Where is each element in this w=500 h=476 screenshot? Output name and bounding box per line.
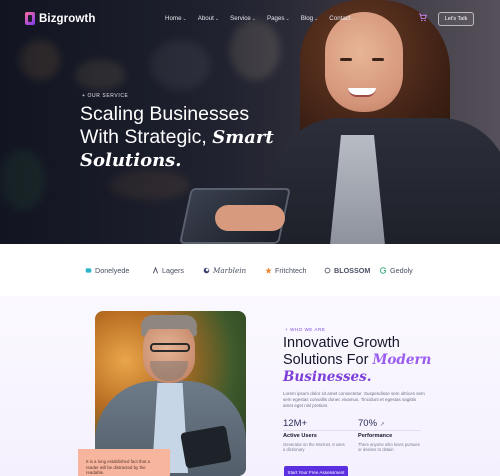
stat-value: 12M+ <box>283 418 308 429</box>
menu-item-home[interactable]: Home ⌄ <box>165 15 187 22</box>
swirl-logo-icon <box>203 267 210 274</box>
chevron-down-icon: ⌄ <box>285 15 290 22</box>
woman-hand <box>215 205 285 231</box>
brand-logo-marblein: Marblein <box>203 266 246 275</box>
hero-section: Bizgrowth Home ⌄ About ⌄ Service ⌄ Pages ⌄ B… <box>0 0 500 244</box>
menu-item-about[interactable]: About ⌄ <box>198 15 219 22</box>
menu-item-pages[interactable]: Pages ⌄ <box>267 15 290 22</box>
stat-active-users: 12M+ Active Users Generator on the Inter… <box>283 418 345 453</box>
brand-logo-fritchtech: Fritchtech <box>265 266 307 275</box>
about-description: Lorem ipsum dolor sit amet consectetur. … <box>283 391 425 408</box>
cart-icon[interactable] <box>418 13 427 24</box>
quote-card: It is a long established fact that a rea… <box>78 449 170 476</box>
stat-performance: 70% ↗ Performance There anyone who loves… <box>358 418 420 453</box>
leaf-logo-icon <box>152 267 159 274</box>
star-logo-icon <box>265 267 272 274</box>
divider <box>283 430 421 431</box>
quote-text: It is a long established fact that a rea… <box>86 459 150 476</box>
chevron-down-icon: ⌄ <box>214 15 220 22</box>
lets-talk-button[interactable]: Let's Talk <box>438 12 474 26</box>
top-nav: Bizgrowth Home ⌄ About ⌄ Service ⌄ Pages ⌄ B… <box>0 0 500 38</box>
about-section <box>0 296 500 476</box>
menu-item-contact[interactable]: Contact ⌄ <box>329 15 356 22</box>
logo-text: Bizgrowth <box>39 12 96 25</box>
main-menu: Home ⌄ About ⌄ Service ⌄ Pages ⌄ Blog ⌄ Conta… <box>165 15 356 22</box>
stat-description: There anyone who loves pursues or desire… <box>358 442 420 453</box>
about-eyebrow: + WHO WE ARE <box>285 327 326 332</box>
menu-item-blog[interactable]: Blog ⌄ <box>301 15 319 22</box>
site-logo[interactable]: Bizgrowth <box>25 12 95 25</box>
brand-logo-blossom: BLOSSOM <box>324 266 370 275</box>
square-logo-icon <box>85 268 92 273</box>
brand-logo-donelyede: Donelyede <box>85 266 129 275</box>
chevron-down-icon: ⌄ <box>314 15 319 22</box>
hero-title: Scaling Businesses With Strategic, Smart… <box>80 103 274 171</box>
chevron-down-icon: ⌄ <box>251 15 256 22</box>
stat-value: 70% ↗ <box>358 418 385 429</box>
chevron-down-icon: ⌄ <box>182 15 187 22</box>
blossom-logo-icon <box>324 267 331 274</box>
sparkle-icon: ↗ <box>379 422 385 428</box>
free-assessment-button[interactable]: Start Your Free Assessment <box>284 466 348 476</box>
brand-logo-gedoly: Gedoly <box>380 266 413 275</box>
logo-icon <box>25 12 35 25</box>
stat-label: Performance <box>358 433 393 439</box>
stat-description: Generator on the Internet. It uses a dic… <box>283 442 345 453</box>
stat-label: Active Users <box>283 433 317 439</box>
g-logo-icon <box>380 267 387 274</box>
menu-item-service[interactable]: Service ⌄ <box>230 15 256 22</box>
chevron-down-icon: ⌄ <box>351 15 356 22</box>
brand-logo-lagers: Lagers <box>152 266 184 275</box>
hero-eyebrow: + OUR SERVICE <box>82 93 129 99</box>
brand-logo-strip <box>0 244 500 296</box>
about-title: Innovative Growth Solutions For Modern B… <box>283 335 432 385</box>
